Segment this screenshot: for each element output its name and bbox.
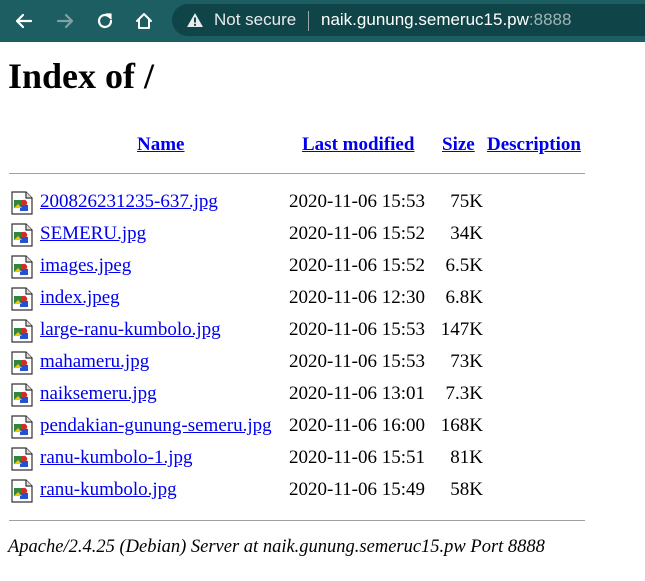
file-size: 168K xyxy=(440,415,483,436)
file-modified-date: 2020-11-06 13:01 xyxy=(289,383,425,404)
file-link[interactable]: ranu-kumbolo.jpg xyxy=(40,479,177,501)
file-row: images.jpeg 2020-11-06 15:52 6.5K xyxy=(0,252,600,284)
image-file-icon xyxy=(11,223,33,247)
file-row: index.jpeg 2020-11-06 12:30 6.8K xyxy=(0,284,600,316)
url-port: :8888 xyxy=(528,10,572,29)
file-link[interactable]: naiksemeru.jpg xyxy=(40,383,157,405)
sort-by-size-link[interactable]: Size xyxy=(442,134,475,156)
address-bar[interactable]: Not secure naik.gunung.semeruc15.pw:8888 xyxy=(172,4,645,36)
security-status[interactable]: Not secure xyxy=(214,10,296,30)
file-link[interactable]: index.jpeg xyxy=(40,287,120,309)
sort-by-description-link[interactable]: Description xyxy=(487,134,581,156)
server-signature: Apache/2.4.25 (Debian) Server at naik.gu… xyxy=(8,537,545,557)
back-button[interactable] xyxy=(12,9,36,33)
url-host: naik.gunung.semeruc15.pw xyxy=(321,10,529,29)
file-link[interactable]: ranu-kumbolo-1.jpg xyxy=(40,447,193,469)
file-size: 147K xyxy=(440,319,483,340)
address-divider xyxy=(308,11,309,31)
file-link[interactable]: 200826231235-637.jpg xyxy=(40,191,218,213)
home-button[interactable] xyxy=(132,9,156,33)
sort-by-last-modified-link[interactable]: Last modified xyxy=(302,134,414,156)
file-modified-date: 2020-11-06 15:52 xyxy=(289,255,425,276)
image-file-icon xyxy=(11,351,33,375)
file-row: mahameru.jpg 2020-11-06 15:53 73K xyxy=(0,348,600,380)
file-size: 75K xyxy=(450,191,483,212)
file-link[interactable]: pendakian-gunung-semeru.jpg xyxy=(40,415,272,437)
file-modified-date: 2020-11-06 15:51 xyxy=(289,447,425,468)
reload-button[interactable] xyxy=(93,9,117,33)
file-row: pendakian-gunung-semeru.jpg 2020-11-06 16… xyxy=(0,412,600,444)
file-size: 6.8K xyxy=(445,287,483,308)
file-row: 200826231235-637.jpg 2020-11-06 15:53 75K xyxy=(0,188,600,220)
file-link[interactable]: SEMERU.jpg xyxy=(40,223,146,245)
url-text[interactable]: naik.gunung.semeruc15.pw:8888 xyxy=(321,10,571,30)
file-modified-date: 2020-11-06 15:53 xyxy=(289,319,425,340)
file-modified-date: 2020-11-06 15:52 xyxy=(289,223,425,244)
file-row: ranu-kumbolo.jpg 2020-11-06 15:49 58K xyxy=(0,476,600,508)
file-size: 58K xyxy=(450,479,483,500)
file-modified-date: 2020-11-06 12:30 xyxy=(289,287,425,308)
file-size: 7.3K xyxy=(445,383,483,404)
file-size: 6.5K xyxy=(445,255,483,276)
header-divider xyxy=(9,173,585,174)
file-size: 81K xyxy=(450,447,483,468)
image-file-icon xyxy=(11,383,33,407)
file-link[interactable]: mahameru.jpg xyxy=(40,351,149,373)
file-modified-date: 2020-11-06 15:53 xyxy=(289,351,425,372)
arrow-left-icon xyxy=(15,13,33,29)
file-link[interactable]: large-ranu-kumbolo.jpg xyxy=(40,319,221,341)
file-row: naiksemeru.jpg 2020-11-06 13:01 7.3K xyxy=(0,380,600,412)
file-row: SEMERU.jpg 2020-11-06 15:52 34K xyxy=(0,220,600,252)
reload-icon xyxy=(97,13,113,29)
forward-button[interactable] xyxy=(53,9,77,33)
image-file-icon xyxy=(11,255,33,279)
file-modified-date: 2020-11-06 15:53 xyxy=(289,191,425,212)
image-file-icon xyxy=(11,191,33,215)
file-size: 34K xyxy=(450,223,483,244)
sort-by-name-link[interactable]: Name xyxy=(137,134,184,156)
file-size: 73K xyxy=(450,351,483,372)
file-row: large-ranu-kumbolo.jpg 2020-11-06 15:53 14… xyxy=(0,316,600,348)
home-icon xyxy=(136,13,152,29)
page-title: Index of / xyxy=(8,56,155,96)
warning-icon[interactable] xyxy=(186,12,204,28)
browser-toolbar: Not secure naik.gunung.semeruc15.pw:8888 xyxy=(0,0,645,42)
footer-divider xyxy=(9,520,585,521)
file-row: ranu-kumbolo-1.jpg 2020-11-06 15:51 81K xyxy=(0,444,600,476)
image-file-icon xyxy=(11,479,33,503)
image-file-icon xyxy=(11,415,33,439)
file-modified-date: 2020-11-06 15:49 xyxy=(289,479,425,500)
file-link[interactable]: images.jpeg xyxy=(40,255,131,277)
image-file-icon xyxy=(11,319,33,343)
arrow-right-icon xyxy=(56,13,74,29)
image-file-icon xyxy=(11,447,33,471)
image-file-icon xyxy=(11,287,33,311)
file-modified-date: 2020-11-06 16:00 xyxy=(289,415,425,436)
